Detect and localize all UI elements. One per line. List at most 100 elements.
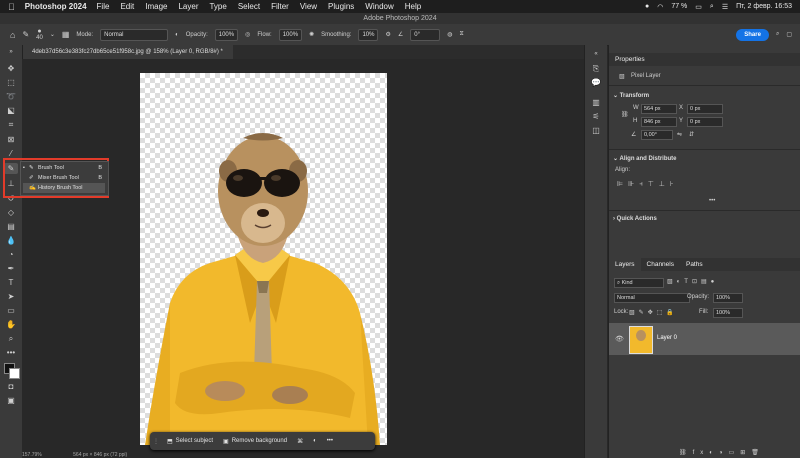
menu-file[interactable]: File: [97, 2, 110, 11]
apple-icon[interactable]: : [8, 2, 15, 12]
link-icon[interactable]: ⛓: [621, 111, 629, 118]
history-panel-icon[interactable]: ⎘: [589, 63, 603, 74]
eye-icon[interactable]: 👁: [615, 335, 624, 343]
pressure-opacity-icon[interactable]: ◐: [175, 32, 179, 38]
menu-window[interactable]: Window: [365, 2, 393, 11]
type-tool-icon[interactable]: T: [4, 277, 18, 288]
move-tool-icon[interactable]: ✥: [4, 63, 18, 74]
rectangle-tool-icon[interactable]: ▭: [4, 305, 18, 316]
lock-icons[interactable]: ▧✎✥⬚🔒: [629, 309, 678, 316]
mode-select[interactable]: Normal: [100, 28, 169, 41]
angle-field[interactable]: 0°: [410, 28, 441, 41]
lasso-tool-icon[interactable]: ➰: [4, 91, 18, 102]
blend-mode-select[interactable]: Normal: [614, 293, 690, 303]
flyout-item-history-brush[interactable]: ✍ History Brush Tool: [23, 183, 105, 193]
select-subject-button[interactable]: ⬒ Select subject: [162, 432, 218, 450]
layer-opacity-field[interactable]: 100%: [713, 293, 743, 303]
path-select-tool-icon[interactable]: ➤: [4, 291, 18, 302]
chevron-down-icon[interactable]: ⌄: [50, 31, 55, 38]
menu-type[interactable]: Type: [209, 2, 226, 11]
tab-channels[interactable]: Channels: [641, 258, 680, 271]
document-tab[interactable]: 4deb37d56c3e383fc27db65ce51f958c.jpg @ 1…: [22, 45, 233, 59]
object-select-tool-icon[interactable]: ⬕: [4, 105, 18, 116]
layers-footer-icons[interactable]: ⛓fx◐◑▭⊞🗑: [679, 449, 765, 456]
crop-tool-icon[interactable]: ⌗: [4, 119, 18, 130]
dodge-tool-icon[interactable]: ◔: [4, 249, 18, 260]
pressure-icon[interactable]: ◎: [245, 31, 250, 38]
frame-tool-icon[interactable]: ⊠: [4, 134, 18, 145]
share-button[interactable]: Share: [736, 28, 769, 41]
mask-icon[interactable]: ◐: [308, 432, 322, 450]
remove-background-button[interactable]: ▣ Remove background: [218, 432, 292, 450]
y-field[interactable]: 0 px: [687, 117, 723, 127]
opacity-field[interactable]: 100%: [214, 28, 239, 41]
drag-handle-icon[interactable]: ⋮: [150, 432, 162, 450]
flow-field[interactable]: 100%: [278, 28, 303, 41]
height-field[interactable]: 846 px: [641, 117, 677, 127]
brush-preset-picker[interactable]: ● 40: [36, 28, 43, 41]
more-tools-icon[interactable]: •••: [4, 347, 18, 358]
quick-actions-section[interactable]: › Quick Actions: [613, 216, 657, 222]
background-color-swatch[interactable]: [9, 368, 20, 379]
control-center-icon[interactable]: ☰: [722, 3, 728, 11]
menu-filter[interactable]: Filter: [271, 2, 289, 11]
screen-mode-icon[interactable]: ▣: [4, 395, 18, 406]
layer-filter-kind[interactable]: ⌕ Kind: [614, 278, 664, 288]
flyout-item-brush[interactable]: ▪ ✎ Brush Tool B: [23, 163, 105, 173]
layer-filter-icons[interactable]: ▧◐T⊡▤●: [667, 278, 718, 285]
smoothing-field[interactable]: 10%: [358, 28, 379, 41]
zoom-level[interactable]: 157.79%: [22, 452, 42, 458]
brush-settings-icon[interactable]: ▦: [62, 30, 70, 39]
align-buttons[interactable]: ⊫⊪⫞⊤⊥⊦: [617, 180, 679, 189]
properties-tab[interactable]: Properties: [609, 53, 651, 66]
fill-field[interactable]: 100%: [713, 308, 743, 318]
transform-icon[interactable]: ⌘: [292, 432, 308, 450]
gradient-tool-icon[interactable]: ▤: [4, 221, 18, 232]
pressure-size-icon[interactable]: ◍: [447, 31, 452, 38]
pen-tool-icon[interactable]: ✒: [4, 263, 18, 274]
quick-mask-icon[interactable]: ◘: [4, 381, 18, 392]
align-more-button[interactable]: •••: [709, 198, 715, 204]
marquee-tool-icon[interactable]: ⬚: [4, 77, 18, 88]
zoom-tool-icon[interactable]: ⌕: [4, 333, 18, 344]
app-menu[interactable]: Photoshop 2024: [25, 2, 87, 11]
flyout-item-mixer-brush[interactable]: ✐ Mixer Brush Tool B: [23, 173, 105, 183]
menu-select[interactable]: Select: [238, 2, 260, 11]
menu-help[interactable]: Help: [405, 2, 421, 11]
home-icon[interactable]: ⌂: [10, 30, 15, 40]
menu-image[interactable]: Image: [145, 2, 167, 11]
clock[interactable]: Пт, 2 февр. 16:53: [736, 3, 792, 10]
brush-tool-icon[interactable]: ✎: [22, 30, 29, 39]
comments-panel-icon[interactable]: 💬: [589, 77, 603, 88]
gear-icon[interactable]: ⚙: [385, 31, 390, 38]
menu-plugins[interactable]: Plugins: [328, 2, 354, 11]
menu-view[interactable]: View: [300, 2, 317, 11]
status-icon[interactable]: ●: [645, 3, 649, 10]
width-field[interactable]: 564 px: [641, 104, 677, 114]
transform-section[interactable]: ⌄ Transform: [613, 92, 649, 99]
document-canvas[interactable]: [140, 73, 387, 445]
airbrush-icon[interactable]: ✺: [309, 31, 314, 38]
hand-tool-icon[interactable]: ✋: [4, 319, 18, 330]
angle-field[interactable]: 0,00°: [641, 130, 673, 140]
menu-edit[interactable]: Edit: [120, 2, 134, 11]
align-section[interactable]: ⌄ Align and Distribute: [613, 155, 676, 162]
wifi-icon[interactable]: ◠: [657, 3, 663, 11]
angle-icon[interactable]: ∠: [398, 31, 403, 38]
flip-horizontal-icon[interactable]: ⇋: [677, 131, 682, 138]
workspace-icon[interactable]: ▢: [786, 31, 792, 38]
more-button[interactable]: •••: [322, 432, 338, 450]
flip-vertical-icon[interactable]: ⇵: [689, 131, 694, 138]
blur-tool-icon[interactable]: 💧: [4, 235, 18, 246]
layers-comp-icon[interactable]: ◫: [589, 125, 603, 136]
x-field[interactable]: 0 px: [687, 104, 723, 114]
symmetry-icon[interactable]: ⧖: [460, 31, 464, 38]
tab-paths[interactable]: Paths: [680, 258, 709, 271]
collapse-icon[interactable]: «: [589, 49, 603, 60]
battery-icon[interactable]: ▭: [695, 3, 702, 11]
layer-name[interactable]: Layer 0: [657, 335, 677, 341]
toolbar-collapse-icon[interactable]: »: [4, 47, 18, 58]
search-icon[interactable]: ⌕: [776, 31, 779, 38]
eraser-tool-icon[interactable]: ◇: [4, 207, 18, 218]
adjustments-panel-icon[interactable]: ⚟: [589, 111, 603, 122]
